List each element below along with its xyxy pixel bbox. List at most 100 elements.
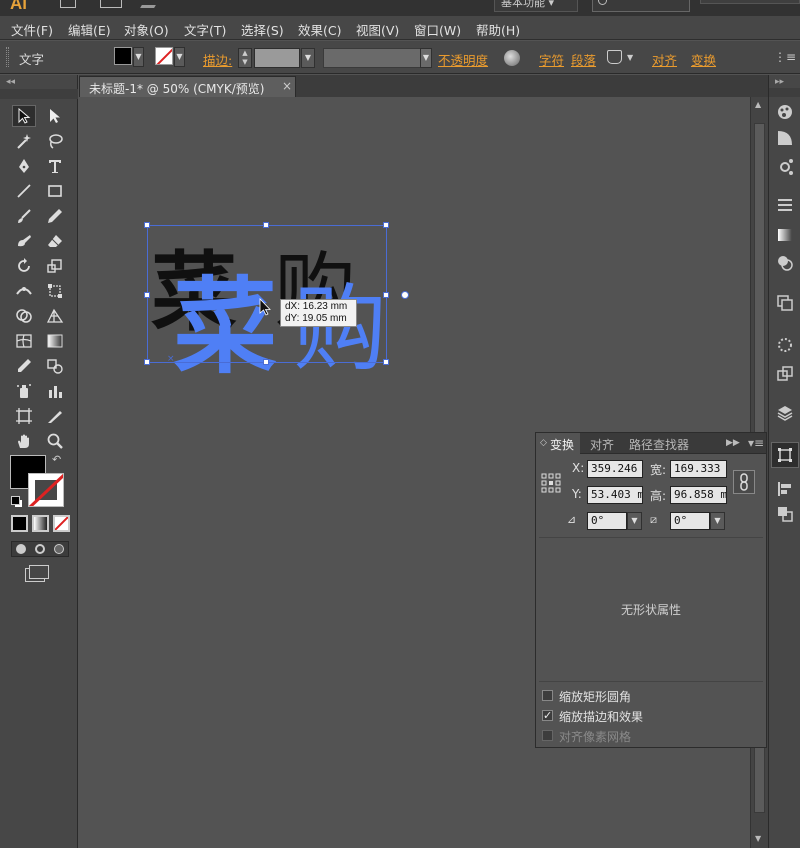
draw-behind-icon[interactable] <box>34 544 45 554</box>
none-mode-button[interactable] <box>53 515 70 532</box>
stroke-stepper[interactable]: ▲ ▼ <box>238 48 252 68</box>
envelope-warp-icon[interactable] <box>607 50 622 64</box>
mesh-tool[interactable] <box>12 330 36 352</box>
scale-corners-option[interactable]: 缩放矩形圆角 <box>542 688 742 706</box>
height-input[interactable]: 96.858 mm <box>670 486 727 504</box>
variable-width-profile[interactable] <box>323 48 429 68</box>
chevron-down-icon[interactable]: ▼ <box>627 512 642 530</box>
gpu-icon[interactable] <box>140 0 160 8</box>
close-icon[interactable]: × <box>282 79 292 93</box>
color-guide-icon[interactable] <box>775 102 795 122</box>
chevron-down-icon[interactable]: ▼ <box>627 53 633 62</box>
draw-normal-icon[interactable] <box>16 544 27 554</box>
color-mode-button[interactable] <box>11 515 28 532</box>
transform-link[interactable]: 变换 <box>691 50 716 69</box>
symbol-sprayer-tool[interactable] <box>12 380 36 402</box>
artboard-tool[interactable] <box>12 405 36 427</box>
x-input[interactable]: 359.246 r <box>587 460 643 478</box>
stroke-swatch-control[interactable]: ▼ <box>155 47 185 67</box>
graphic-styles-icon[interactable] <box>775 335 795 355</box>
magic-wand-tool[interactable] <box>12 130 36 152</box>
tab-pathfinder[interactable]: 路径查找器 <box>629 436 689 453</box>
free-transform-tool[interactable] <box>43 280 67 302</box>
expand-icon[interactable]: ▶▶ <box>726 438 740 448</box>
transparency-icon[interactable] <box>775 253 795 273</box>
fill-swatch[interactable] <box>114 47 132 65</box>
panel-menu-icon[interactable]: ⋮≡ <box>774 50 796 64</box>
column-graph-tool[interactable] <box>43 380 67 402</box>
search-input[interactable] <box>592 0 690 12</box>
type-tool[interactable] <box>43 155 67 177</box>
tab-transform[interactable]: ◇ 变换 <box>536 433 580 454</box>
panel-menu-icon[interactable]: ▾≡ <box>748 436 764 450</box>
blob-brush-tool[interactable] <box>12 230 36 252</box>
lasso-tool[interactable] <box>43 130 67 152</box>
pencil-tool[interactable] <box>43 205 67 227</box>
menu-help[interactable]: 帮助(H) <box>476 20 520 39</box>
menu-object[interactable]: 对象(O) <box>124 20 169 39</box>
arrange-documents-icon[interactable] <box>100 0 122 8</box>
draw-mode-group[interactable] <box>11 541 69 557</box>
artboards-icon[interactable] <box>775 364 795 384</box>
bbox-handle-top[interactable] <box>263 222 269 228</box>
menu-effect[interactable]: 效果(C) <box>298 20 341 39</box>
chevron-down-icon[interactable]: ▼ <box>301 48 315 68</box>
stroke-panel-icon[interactable] <box>775 195 795 215</box>
menu-window[interactable]: 窗口(W) <box>414 20 461 39</box>
perspective-grid-tool[interactable] <box>43 305 67 327</box>
eraser-tool[interactable] <box>43 230 67 252</box>
paragraph-link[interactable]: 段落 <box>571 50 596 69</box>
stroke-link[interactable]: 描边: <box>203 50 232 69</box>
line-tool[interactable] <box>12 180 36 202</box>
document-tab[interactable]: 未标题-1* @ 50% (CMYK/预览) × <box>79 76 296 97</box>
bbox-handle-right[interactable] <box>383 292 389 298</box>
stroke-color-box[interactable] <box>28 473 64 507</box>
chevron-down-icon[interactable]: ▼ <box>710 512 725 530</box>
paintbrush-tool[interactable] <box>12 205 36 227</box>
artwork-char-blue-bold[interactable]: 菜 <box>173 266 277 388</box>
bbox-handle-bottom-left[interactable] <box>144 359 150 365</box>
recolor-icon[interactable] <box>504 50 520 66</box>
symbols-icon[interactable] <box>775 157 795 177</box>
scale-strokes-checkbox[interactable]: ✓ <box>542 710 553 721</box>
transform-panel-tab[interactable] <box>771 442 799 468</box>
menu-select[interactable]: 选择(S) <box>241 20 284 39</box>
color-icon[interactable] <box>775 128 795 148</box>
y-input[interactable]: 53.403 mm <box>587 486 643 504</box>
align-pixel-grid-option[interactable]: 对齐像素网格 <box>542 728 742 746</box>
workspace-switcher[interactable]: 基本功能 ▾ <box>494 0 578 12</box>
fill-swatch-control[interactable]: ▼ <box>114 47 144 67</box>
width-tool[interactable] <box>12 280 36 302</box>
bbox-handle-top-right[interactable] <box>383 222 389 228</box>
scroll-down-icon[interactable]: ▼ <box>755 834 761 843</box>
scale-corners-checkbox[interactable] <box>542 690 553 701</box>
align-pixel-grid-checkbox[interactable] <box>542 730 553 741</box>
collapse-icon[interactable]: ◂◂ <box>6 77 15 87</box>
scroll-up-icon[interactable]: ▲ <box>755 100 761 109</box>
chevron-down-icon[interactable]: ▼ <box>174 47 185 67</box>
align-panel-icon[interactable] <box>775 479 795 499</box>
pathfinder-icon[interactable] <box>775 504 795 524</box>
align-link[interactable]: 对齐 <box>652 50 677 69</box>
menu-type[interactable]: 文字(T) <box>184 20 226 39</box>
tab-collapse-icon[interactable]: ◇ <box>540 438 547 448</box>
zoom-tool[interactable] <box>43 430 67 452</box>
menu-file[interactable]: 文件(F) <box>11 20 53 39</box>
swap-colors-icon[interactable]: ↶ <box>52 453 61 466</box>
rotate-tool[interactable] <box>12 255 36 277</box>
draw-inside-icon[interactable] <box>53 544 64 554</box>
slice-tool[interactable] <box>43 405 67 427</box>
width-input[interactable]: 169.333 r <box>670 460 727 478</box>
chevron-down-icon[interactable]: ▼ <box>133 47 144 67</box>
artwork-char-blue-thin[interactable]: 购 <box>293 275 387 384</box>
bbox-handle-top-left[interactable] <box>144 222 150 228</box>
selection-tool[interactable] <box>12 105 36 127</box>
bbox-handle-bottom-right[interactable] <box>383 359 389 365</box>
shape-builder-tool[interactable] <box>12 305 36 327</box>
menu-view[interactable]: 视图(V) <box>356 20 399 39</box>
opacity-link[interactable]: 不透明度 <box>438 50 488 69</box>
bbox-handle-left[interactable] <box>144 292 150 298</box>
blend-tool[interactable] <box>43 355 67 377</box>
stroke-weight-field[interactable] <box>254 48 300 68</box>
tab-align[interactable]: 对齐 <box>590 436 614 453</box>
